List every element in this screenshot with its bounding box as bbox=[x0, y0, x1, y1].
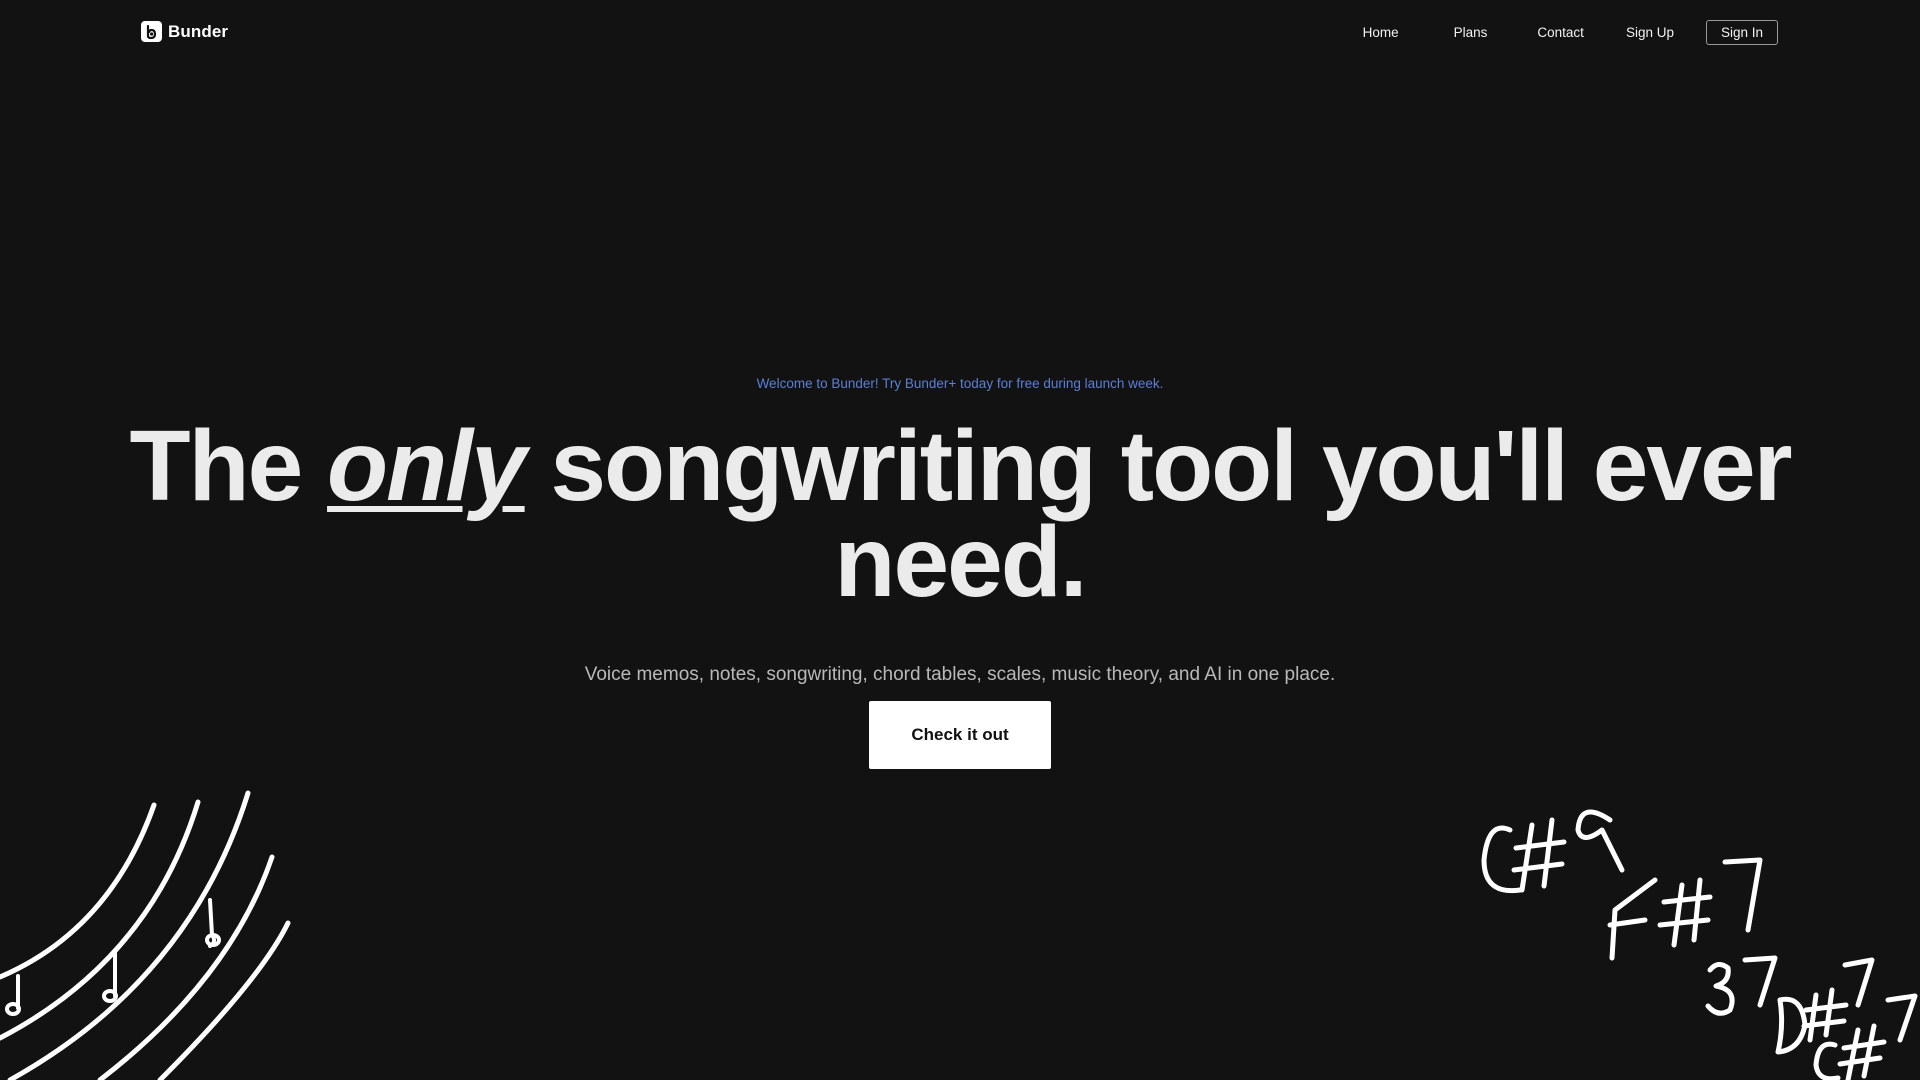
headline-end: songwriting tool you'll ever need. bbox=[524, 410, 1792, 618]
brand-home-link[interactable]: Bunder bbox=[141, 21, 228, 42]
brand-name: Bunder bbox=[168, 21, 229, 41]
headline-start: The bbox=[129, 410, 328, 522]
site-header: Bunder Home Plans Contact Sign Up Sign I… bbox=[0, 0, 1920, 64]
main-nav: Home Plans Contact Sign Up Sign In bbox=[1363, 20, 1778, 45]
headline-emphasis: only bbox=[327, 410, 527, 522]
landing-page: Bunder Home Plans Contact Sign Up Sign I… bbox=[0, 0, 1920, 1080]
music-staff-doodle-icon bbox=[0, 790, 291, 1080]
announcement-banner: Welcome to Bunder! Try Bunder+ today for… bbox=[756, 376, 1164, 391]
nav-contact-link[interactable]: Contact bbox=[1537, 25, 1584, 40]
hero-subtitle: Voice memos, notes, songwriting, chord t… bbox=[584, 664, 1336, 685]
chord-doodle-icon bbox=[1481, 809, 1918, 1080]
bunder-logo-icon bbox=[141, 21, 162, 42]
nav-sign-up-link[interactable]: Sign Up bbox=[1626, 25, 1674, 40]
hero-headline: The only songwriting tool you'll ever ne… bbox=[40, 416, 1880, 612]
nav-home-link[interactable]: Home bbox=[1363, 25, 1399, 40]
sign-in-button[interactable]: Sign In bbox=[1705, 20, 1778, 45]
check-it-out-button[interactable]: Check it out bbox=[869, 701, 1051, 769]
nav-plans-link[interactable]: Plans bbox=[1454, 25, 1488, 40]
